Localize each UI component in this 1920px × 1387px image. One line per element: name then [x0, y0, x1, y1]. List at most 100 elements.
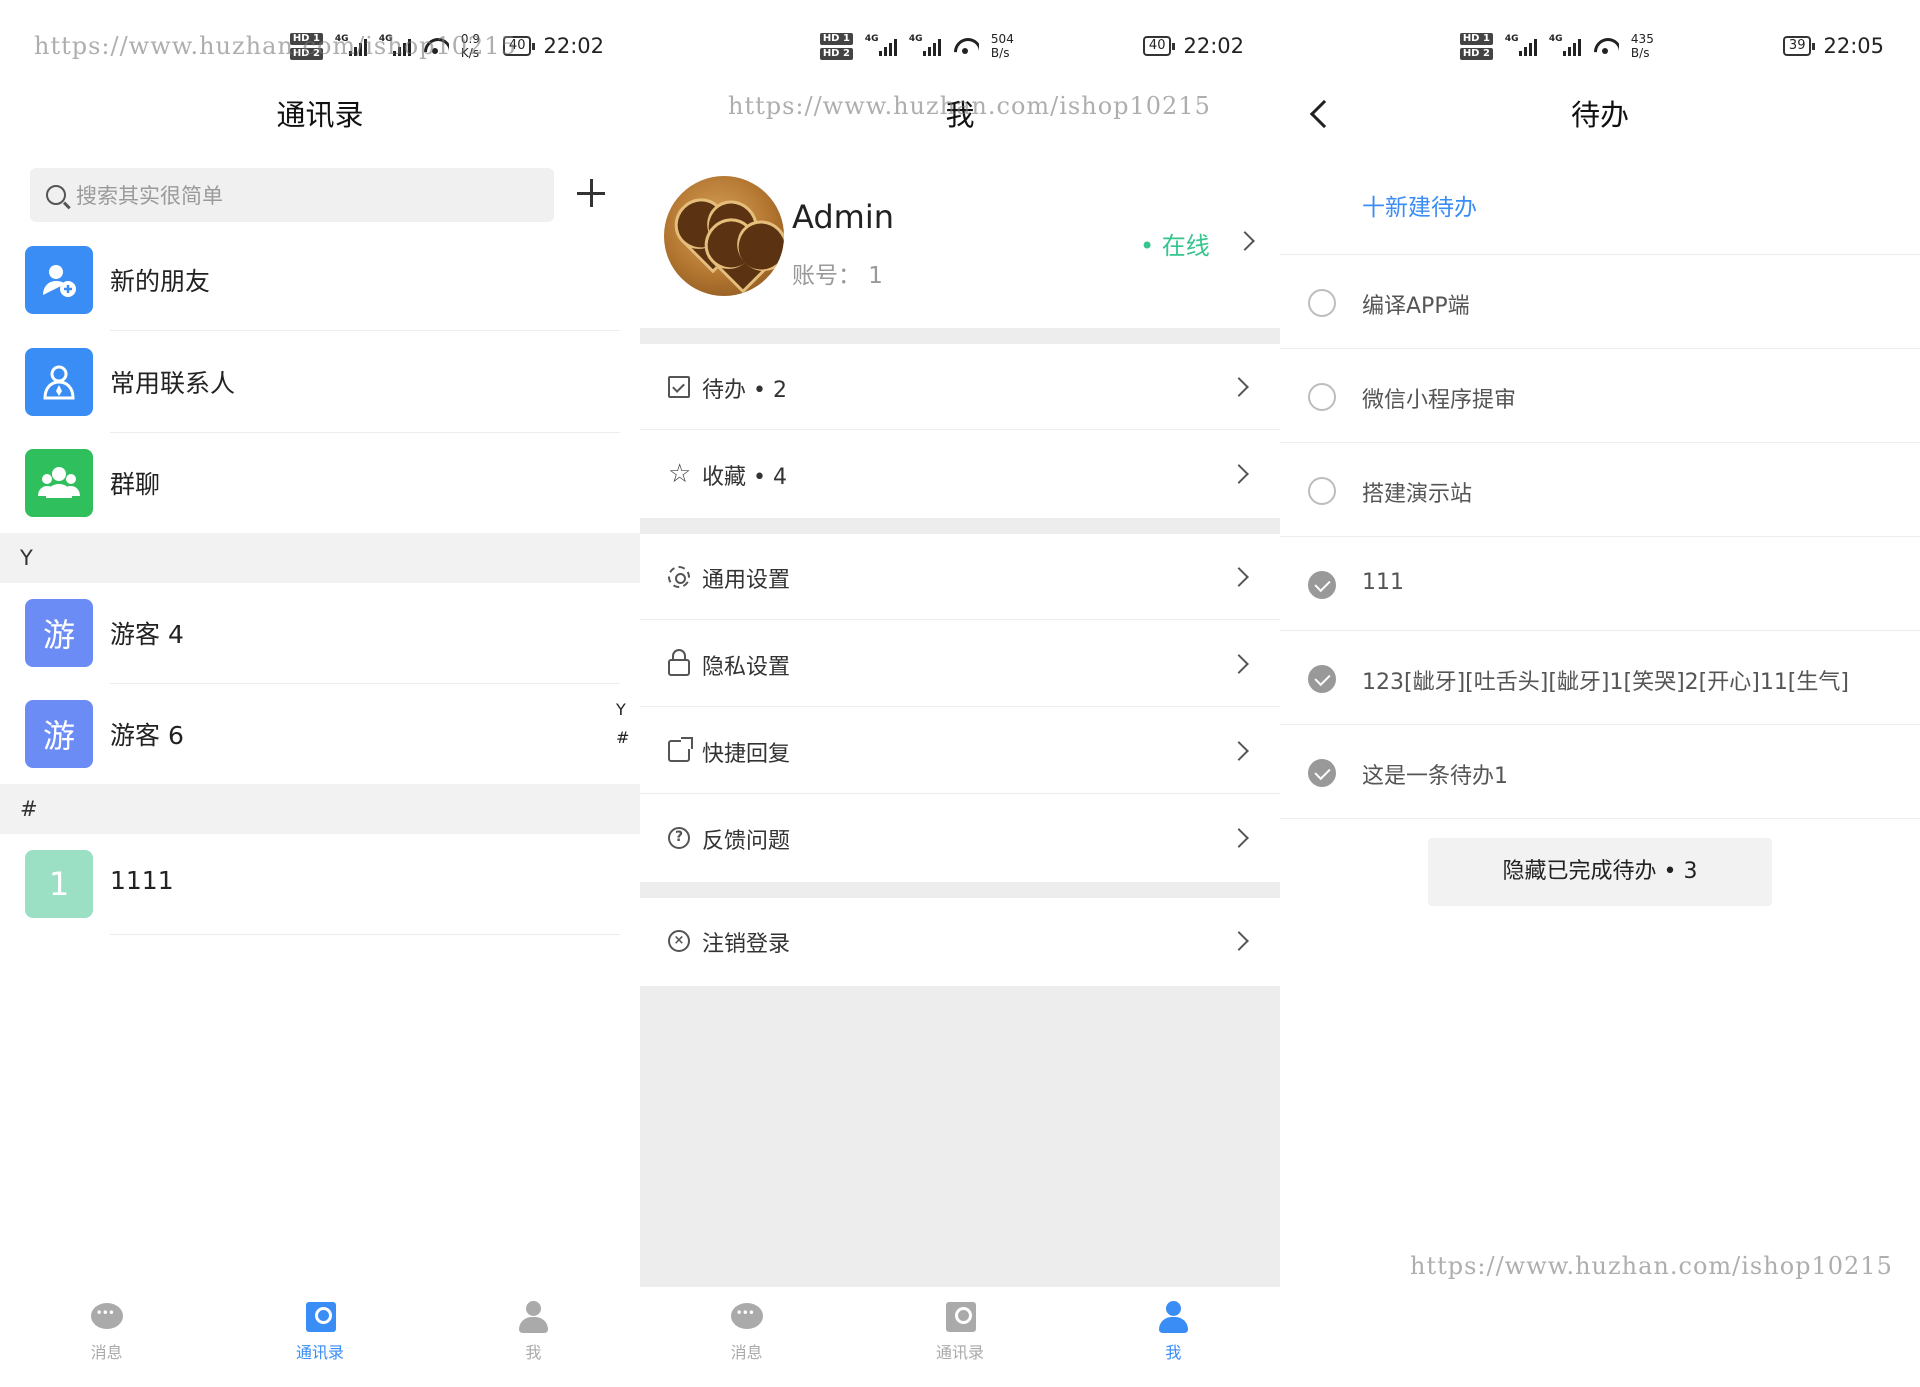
tab-contacts[interactable]: 通讯录 — [213, 1287, 426, 1387]
contact-row[interactable]: 1 1111 — [0, 850, 620, 951]
todo-text: 编译APP端 — [1362, 294, 1470, 319]
avatar[interactable] — [664, 176, 784, 296]
lock-icon — [668, 649, 690, 676]
chevron-right-icon — [1229, 931, 1249, 951]
todo-item[interactable]: 编译APP端 — [1280, 255, 1920, 349]
todo-screen: HD 1 HD 2 4G 4G 435 B/s 39 22:05 待办 十新建待办… — [1280, 0, 1920, 1387]
todo-checkbox[interactable] — [1308, 477, 1336, 505]
checkbox-icon — [668, 376, 690, 398]
sim-indicator: HD 1 HD 2 — [1459, 32, 1493, 60]
chat-icon — [90, 1301, 124, 1333]
tab-me[interactable]: 我 — [1067, 1287, 1280, 1387]
todo-item[interactable]: 搭建演示站 — [1280, 443, 1920, 537]
menu-item-general-settings[interactable]: 通用设置 — [640, 534, 1280, 620]
menu-item-favorites[interactable]: ☆ 收藏 • 4 — [640, 431, 1280, 517]
list-item-label: 新的朋友 — [110, 267, 211, 296]
list-item-label: 群聊 — [110, 470, 161, 499]
page-title: 通讯录 — [276, 98, 364, 132]
todo-checkbox[interactable] — [1308, 289, 1336, 317]
contacts-screen: HD 1 HD 2 4G 4G 0.9 K/s 40 22:02 https://… — [0, 0, 640, 1387]
menu-label: 注销登录 — [702, 932, 791, 957]
todo-checkbox-checked[interactable] — [1308, 759, 1336, 787]
section-header-y: Y — [0, 533, 640, 583]
signal-icon: 4G — [909, 34, 941, 56]
menu-item-feedback[interactable]: ? 反馈问题 — [640, 795, 1280, 881]
todo-item[interactable]: 这是一条待办1 — [1280, 725, 1920, 819]
help-icon: ? — [668, 827, 690, 849]
me-screen: HD 1 HD 2 4G 4G 504 B/s 40 22:02 我 https:… — [640, 0, 1280, 1387]
search-input[interactable]: 搜索其实很简单 — [30, 168, 554, 222]
chevron-right-icon — [1229, 828, 1249, 848]
menu-label: 快捷回复 — [702, 742, 791, 767]
tab-messages[interactable]: 消息 — [0, 1287, 213, 1387]
network-speed: 504 B/s — [990, 32, 1014, 60]
signal-icon: 4G — [379, 34, 411, 56]
tab-bar: 消息 通讯录 我 — [0, 1287, 640, 1387]
menu-label: 反馈问题 — [702, 829, 791, 854]
online-status: • 在线 — [1140, 232, 1210, 260]
wifi-icon — [1593, 36, 1619, 56]
star-icon: ☆ — [668, 459, 692, 489]
todo-checkbox-checked[interactable] — [1308, 571, 1336, 599]
contact-row[interactable]: 游 游客 4 — [0, 599, 620, 700]
group-icon — [25, 449, 93, 517]
battery-icon: 40 — [1142, 36, 1175, 56]
page-title: 我 — [945, 98, 975, 132]
todo-checkbox[interactable] — [1308, 383, 1336, 411]
menu-item-privacy-settings[interactable]: 隐私设置 — [640, 621, 1280, 707]
chat-icon — [730, 1301, 764, 1333]
user-icon — [516, 1301, 550, 1333]
new-todo-button[interactable]: 十新建待办 — [1362, 188, 1477, 222]
chevron-right-icon — [1229, 567, 1249, 587]
menu-item-logout[interactable]: × 注销登录 — [640, 898, 1280, 984]
menu-item-quick-reply[interactable]: 快捷回复 — [640, 708, 1280, 794]
page-title: 待办 — [1570, 98, 1629, 132]
watermark: https://www.huzhan.com/ishop10215 — [1410, 1252, 1893, 1280]
network-speed: 435 B/s — [1630, 32, 1654, 60]
tab-bar: 消息 通讯录 我 — [640, 1287, 1280, 1387]
user-icon — [1156, 1301, 1190, 1333]
clock: 22:02 — [543, 34, 604, 58]
favorites-count: • 4 — [753, 465, 787, 490]
logout-icon: × — [668, 930, 690, 952]
clock: 22:05 — [1823, 34, 1884, 58]
todo-item[interactable]: 123[龇牙][吐舌头][龇牙]1[笑哭]2[开心]11[生气] — [1280, 631, 1920, 725]
signal-icon: 4G — [1549, 34, 1581, 56]
contact-name: 游客 4 — [110, 620, 184, 649]
chevron-right-icon — [1229, 741, 1249, 761]
tab-contacts[interactable]: 通讯录 — [853, 1287, 1066, 1387]
status-bar: HD 1 HD 2 4G 4G 504 B/s 40 22:02 — [819, 26, 1244, 66]
network-speed: 0.9 K/s — [460, 32, 481, 60]
tab-messages[interactable]: 消息 — [640, 1287, 853, 1387]
avatar: 游 — [25, 599, 93, 667]
todo-item[interactable]: 微信小程序提审 — [1280, 349, 1920, 443]
index-letter-hash[interactable]: # — [616, 728, 629, 747]
chevron-right-icon[interactable] — [1235, 231, 1255, 251]
todo-checkbox-checked[interactable] — [1308, 665, 1336, 693]
signal-icon: 4G — [335, 34, 367, 56]
chevron-right-icon — [1229, 654, 1249, 674]
menu-label: 待办 — [702, 378, 747, 403]
add-button[interactable] — [574, 176, 608, 210]
wifi-icon — [423, 36, 449, 56]
contact-name: 游客 6 — [110, 721, 184, 750]
contact-name: 1111 — [110, 866, 174, 895]
todo-text: 搭建演示站 — [1362, 482, 1473, 507]
list-item-new-friends[interactable]: 新的朋友 — [0, 246, 620, 347]
avatar: 游 — [25, 700, 93, 768]
todo-text: 微信小程序提审 — [1362, 388, 1517, 413]
menu-item-todo[interactable]: 待办 • 2 — [640, 344, 1280, 430]
index-letter-y[interactable]: Y — [616, 700, 626, 719]
search-icon — [46, 185, 66, 205]
battery-icon: 39 — [1782, 36, 1815, 56]
status-bar: HD 1 HD 2 4G 4G 435 B/s 39 22:05 — [1459, 26, 1884, 66]
list-item-frequent-contacts[interactable]: 常用联系人 — [0, 348, 620, 449]
todo-item[interactable]: 111 — [1280, 537, 1920, 631]
clock: 22:02 — [1183, 34, 1244, 58]
signal-icon: 4G — [865, 34, 897, 56]
contacts-book-icon — [303, 1301, 337, 1333]
todo-count: • 2 — [753, 378, 787, 403]
tab-me[interactable]: 我 — [427, 1287, 640, 1387]
hide-completed-button[interactable]: 隐藏已完成待办 • 3 — [1428, 838, 1772, 906]
gear-icon — [668, 566, 690, 588]
